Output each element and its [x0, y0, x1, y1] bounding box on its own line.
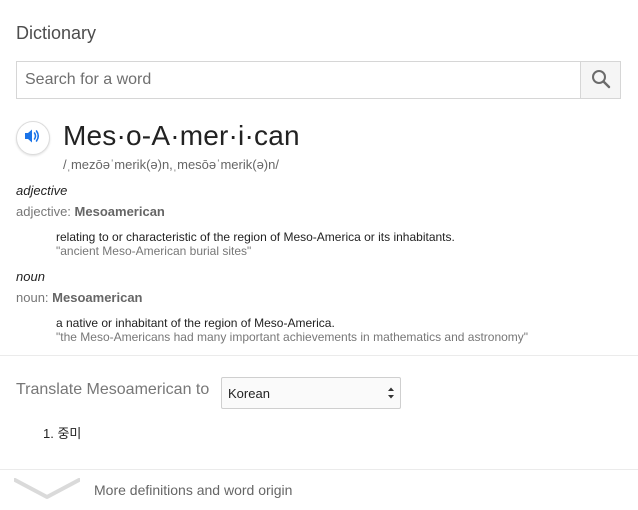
chevron-down-icon: [13, 478, 81, 505]
part-of-speech: adjective: [16, 183, 68, 198]
divider: [0, 355, 638, 356]
dictionary-title: Dictionary: [16, 23, 97, 43]
language-select[interactable]: Korean: [221, 377, 401, 409]
definition: a native or inhabitant of the region of …: [56, 316, 335, 330]
word-form: Mesoamerican: [52, 290, 143, 305]
more-definitions-label: More definitions and word origin: [94, 482, 293, 498]
example-sentence: "the Meso-Americans had many important a…: [56, 330, 529, 344]
translation-number: 1.: [43, 426, 54, 441]
word-form: Mesoamerican: [74, 204, 165, 219]
word-form-label: adjective:: [16, 204, 71, 219]
word-form-line: noun: Mesoamerican: [16, 290, 143, 305]
search-box: [16, 61, 621, 99]
headword: Mes·o-A·mer·i·can: [63, 120, 300, 151]
translate-label: Translate Mesoamerican to: [16, 381, 210, 398]
pronunciation-button[interactable]: [16, 121, 50, 155]
translation-result: 1. 중미: [43, 423, 81, 442]
definition: relating to or characteristic of the reg…: [56, 230, 455, 244]
search-icon: [591, 69, 611, 92]
phonetic-spelling: /ˌmezōəˈmerik(ə)n,ˌmesōəˈmerik(ə)n/: [63, 157, 279, 172]
speaker-icon: [24, 128, 42, 149]
more-definitions-toggle[interactable]: More definitions and word origin: [0, 470, 638, 510]
word-form-line: adjective: Mesoamerican: [16, 204, 165, 219]
dictionary-card: Dictionary Mes·o-A·mer·i·can /ˌmezōəˈmer…: [0, 0, 638, 510]
language-select-value: Korean: [228, 385, 270, 401]
part-of-speech: noun: [16, 269, 45, 284]
search-input[interactable]: [17, 62, 580, 98]
word-form-label: noun:: [16, 290, 49, 305]
example-sentence: "ancient Meso-American burial sites": [56, 244, 252, 258]
translation-text: 중미: [57, 426, 82, 441]
select-arrows-icon: [387, 385, 395, 401]
search-button[interactable]: [580, 62, 620, 98]
